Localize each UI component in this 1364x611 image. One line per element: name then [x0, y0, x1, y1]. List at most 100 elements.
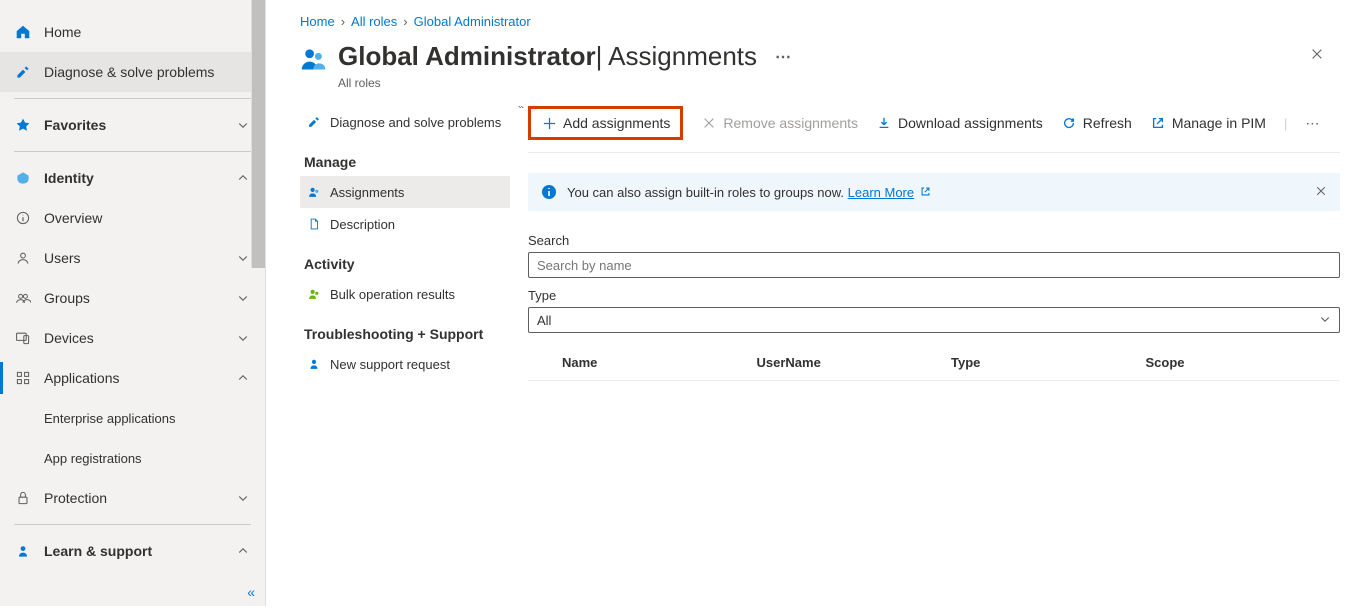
search-filter: Search	[528, 233, 1340, 278]
col-username[interactable]: UserName	[757, 355, 952, 370]
col-name[interactable]: Name	[562, 355, 757, 370]
col-scope[interactable]: Scope	[1146, 355, 1341, 370]
sidebar-item-groups[interactable]: Groups	[0, 278, 265, 318]
chevron-down-icon	[237, 291, 251, 305]
plus-icon	[541, 115, 557, 131]
search-input[interactable]	[528, 252, 1340, 278]
support-icon	[306, 356, 322, 372]
divider	[14, 98, 251, 99]
sidebar-item-users[interactable]: Users	[0, 238, 265, 278]
subnav-heading-activity: Activity	[304, 256, 510, 272]
sidebar-item-label: Applications	[44, 370, 237, 386]
sidebar-item-label: Groups	[44, 290, 237, 306]
refresh-icon	[1061, 115, 1077, 131]
close-button[interactable]	[1304, 41, 1330, 72]
sidebar-item-enterprise-apps[interactable]: Enterprise applications	[0, 398, 265, 438]
devices-icon	[14, 329, 32, 347]
sidebar-item-label: Enterprise applications	[44, 411, 251, 426]
sidebar-item-overview[interactable]: Overview	[0, 198, 265, 238]
breadcrumb-allroles[interactable]: All roles	[351, 14, 397, 29]
type-select[interactable]: All	[528, 307, 1340, 333]
sidebar-item-applications[interactable]: Applications	[0, 358, 265, 398]
breadcrumb-separator: ›	[403, 14, 407, 29]
page-title-bold: Global Administrator	[338, 41, 596, 72]
sidebar-collapse-button[interactable]: «	[247, 584, 255, 600]
subnav-heading-manage: Manage	[304, 154, 510, 170]
sidebar-item-diagnose[interactable]: Diagnose & solve problems	[0, 52, 265, 92]
manage-pim-button[interactable]: Manage in PIM	[1150, 115, 1266, 131]
subnav-description[interactable]: Description	[300, 208, 510, 240]
chevron-down-icon	[237, 331, 251, 345]
close-icon	[701, 115, 717, 131]
sidebar-item-devices[interactable]: Devices	[0, 318, 265, 358]
add-assignments-button[interactable]: Add assignments	[528, 106, 683, 140]
subnav-label: Assignments	[330, 185, 404, 200]
sidebar-item-identity[interactable]: Identity	[0, 158, 265, 198]
primary-sidebar: Home Diagnose & solve problems Favorites…	[0, 0, 266, 606]
work-pane: Add assignments Remove assignments Downl…	[528, 106, 1364, 606]
refresh-button[interactable]: Refresh	[1061, 115, 1132, 131]
dismiss-banner-button[interactable]	[1315, 185, 1327, 200]
type-filter: Type All	[528, 288, 1340, 333]
breadcrumb-current[interactable]: Global Administrator	[414, 14, 531, 29]
divider	[14, 524, 251, 525]
toolbar-label: Refresh	[1083, 115, 1132, 131]
breadcrumb-home[interactable]: Home	[300, 14, 335, 29]
scrollbar-thumb[interactable]	[251, 0, 265, 268]
chevron-up-icon	[237, 171, 251, 185]
external-link-icon	[920, 186, 932, 198]
subnav-heading-trouble: Troubleshooting + Support	[304, 326, 510, 342]
sidebar-item-home[interactable]: Home	[0, 12, 265, 52]
breadcrumb: Home › All roles › Global Administrator	[300, 14, 1364, 29]
subnav-support[interactable]: New support request	[300, 348, 510, 380]
chevron-up-icon	[237, 371, 251, 385]
external-link-icon	[1150, 115, 1166, 131]
role-icon	[300, 45, 328, 73]
more-actions-icon[interactable]: ⋯	[775, 47, 793, 67]
toolbar-label: Manage in PIM	[1172, 115, 1266, 131]
type-label: Type	[528, 288, 1340, 303]
sidebar-item-app-registrations[interactable]: App registrations	[0, 438, 265, 478]
assignments-table: Name UserName Type Scope	[528, 347, 1340, 381]
support-icon	[14, 542, 32, 560]
home-icon	[14, 23, 32, 41]
identity-icon	[14, 169, 32, 187]
people-icon	[306, 184, 322, 200]
download-assignments-button[interactable]: Download assignments	[876, 115, 1043, 131]
toolbar-separator: |	[1284, 116, 1287, 131]
wrench-icon	[14, 63, 32, 81]
subnav-collapse-icon[interactable]: «	[518, 106, 524, 112]
subnav-assignments[interactable]: Assignments	[300, 176, 510, 208]
sidebar-item-learn[interactable]: Learn & support	[0, 531, 265, 571]
toolbar-more-icon[interactable]: ⋯	[1305, 115, 1321, 132]
learn-more-link[interactable]: Learn More	[848, 185, 914, 200]
info-banner: You can also assign built-in roles to gr…	[528, 173, 1340, 211]
chevron-down-icon	[237, 491, 251, 505]
page-title-thin: | Assignments	[596, 41, 757, 72]
people-icon	[14, 289, 32, 307]
col-type[interactable]: Type	[951, 355, 1146, 370]
search-label: Search	[528, 233, 1340, 248]
sidebar-item-protection[interactable]: Protection	[0, 478, 265, 518]
sidebar-item-favorites[interactable]: Favorites	[0, 105, 265, 145]
remove-assignments-button: Remove assignments	[701, 115, 858, 131]
toolbar-label: Download assignments	[898, 115, 1043, 131]
chevron-up-icon	[237, 544, 251, 558]
breadcrumb-separator: ›	[341, 14, 345, 29]
lock-icon	[14, 489, 32, 507]
sidebar-item-label: Diagnose & solve problems	[44, 64, 251, 80]
subnav-bulk[interactable]: Bulk operation results	[300, 278, 510, 310]
subnav-label: New support request	[330, 357, 450, 372]
download-icon	[876, 115, 892, 131]
chevron-down-icon	[237, 118, 251, 132]
sidebar-item-label: Overview	[44, 210, 251, 226]
banner-text: You can also assign built-in roles to gr…	[567, 185, 932, 200]
toolbar-label: Add assignments	[563, 115, 670, 131]
wrench-icon	[306, 114, 322, 130]
sidebar-item-label: Learn & support	[44, 543, 237, 559]
sidebar-item-label: Protection	[44, 490, 237, 506]
people-green-icon	[306, 286, 322, 302]
grid-icon	[14, 369, 32, 387]
subnav-diagnose[interactable]: Diagnose and solve problems	[300, 106, 510, 138]
main-content: Home › All roles › Global Administrator …	[266, 0, 1364, 606]
